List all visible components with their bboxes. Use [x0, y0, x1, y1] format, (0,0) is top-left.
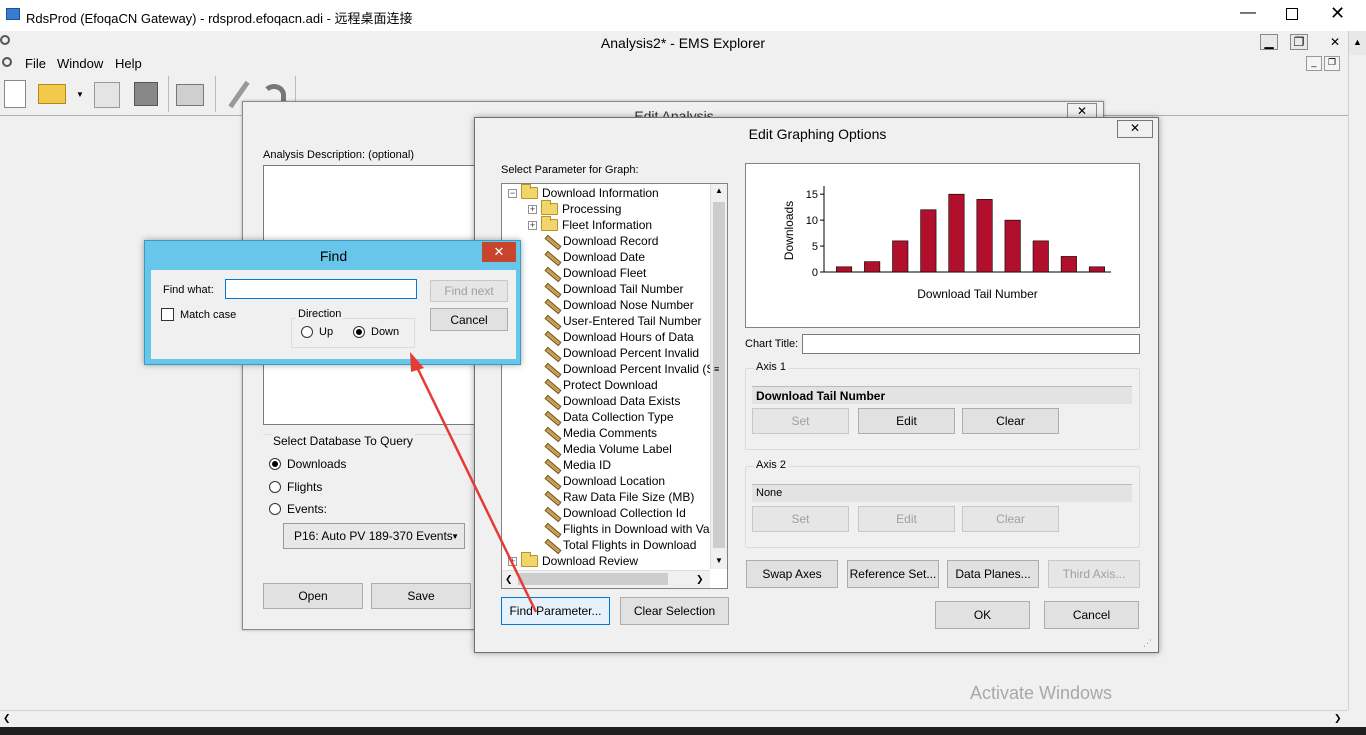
bottom-scroll-right-icon[interactable]: ❯: [1334, 713, 1342, 724]
annotation-arrow: [410, 352, 538, 613]
activate-windows-watermark: Activate Windows: [970, 683, 1113, 703]
annotation-arrow-head: [410, 352, 424, 372]
taskbar-strip: [0, 727, 1366, 735]
app-bottom-scrollbar[interactable]: ❮ ❯: [0, 710, 1348, 727]
bottom-scroll-left-icon[interactable]: ❮: [3, 713, 11, 724]
annotation-arrow-line: [413, 362, 538, 613]
